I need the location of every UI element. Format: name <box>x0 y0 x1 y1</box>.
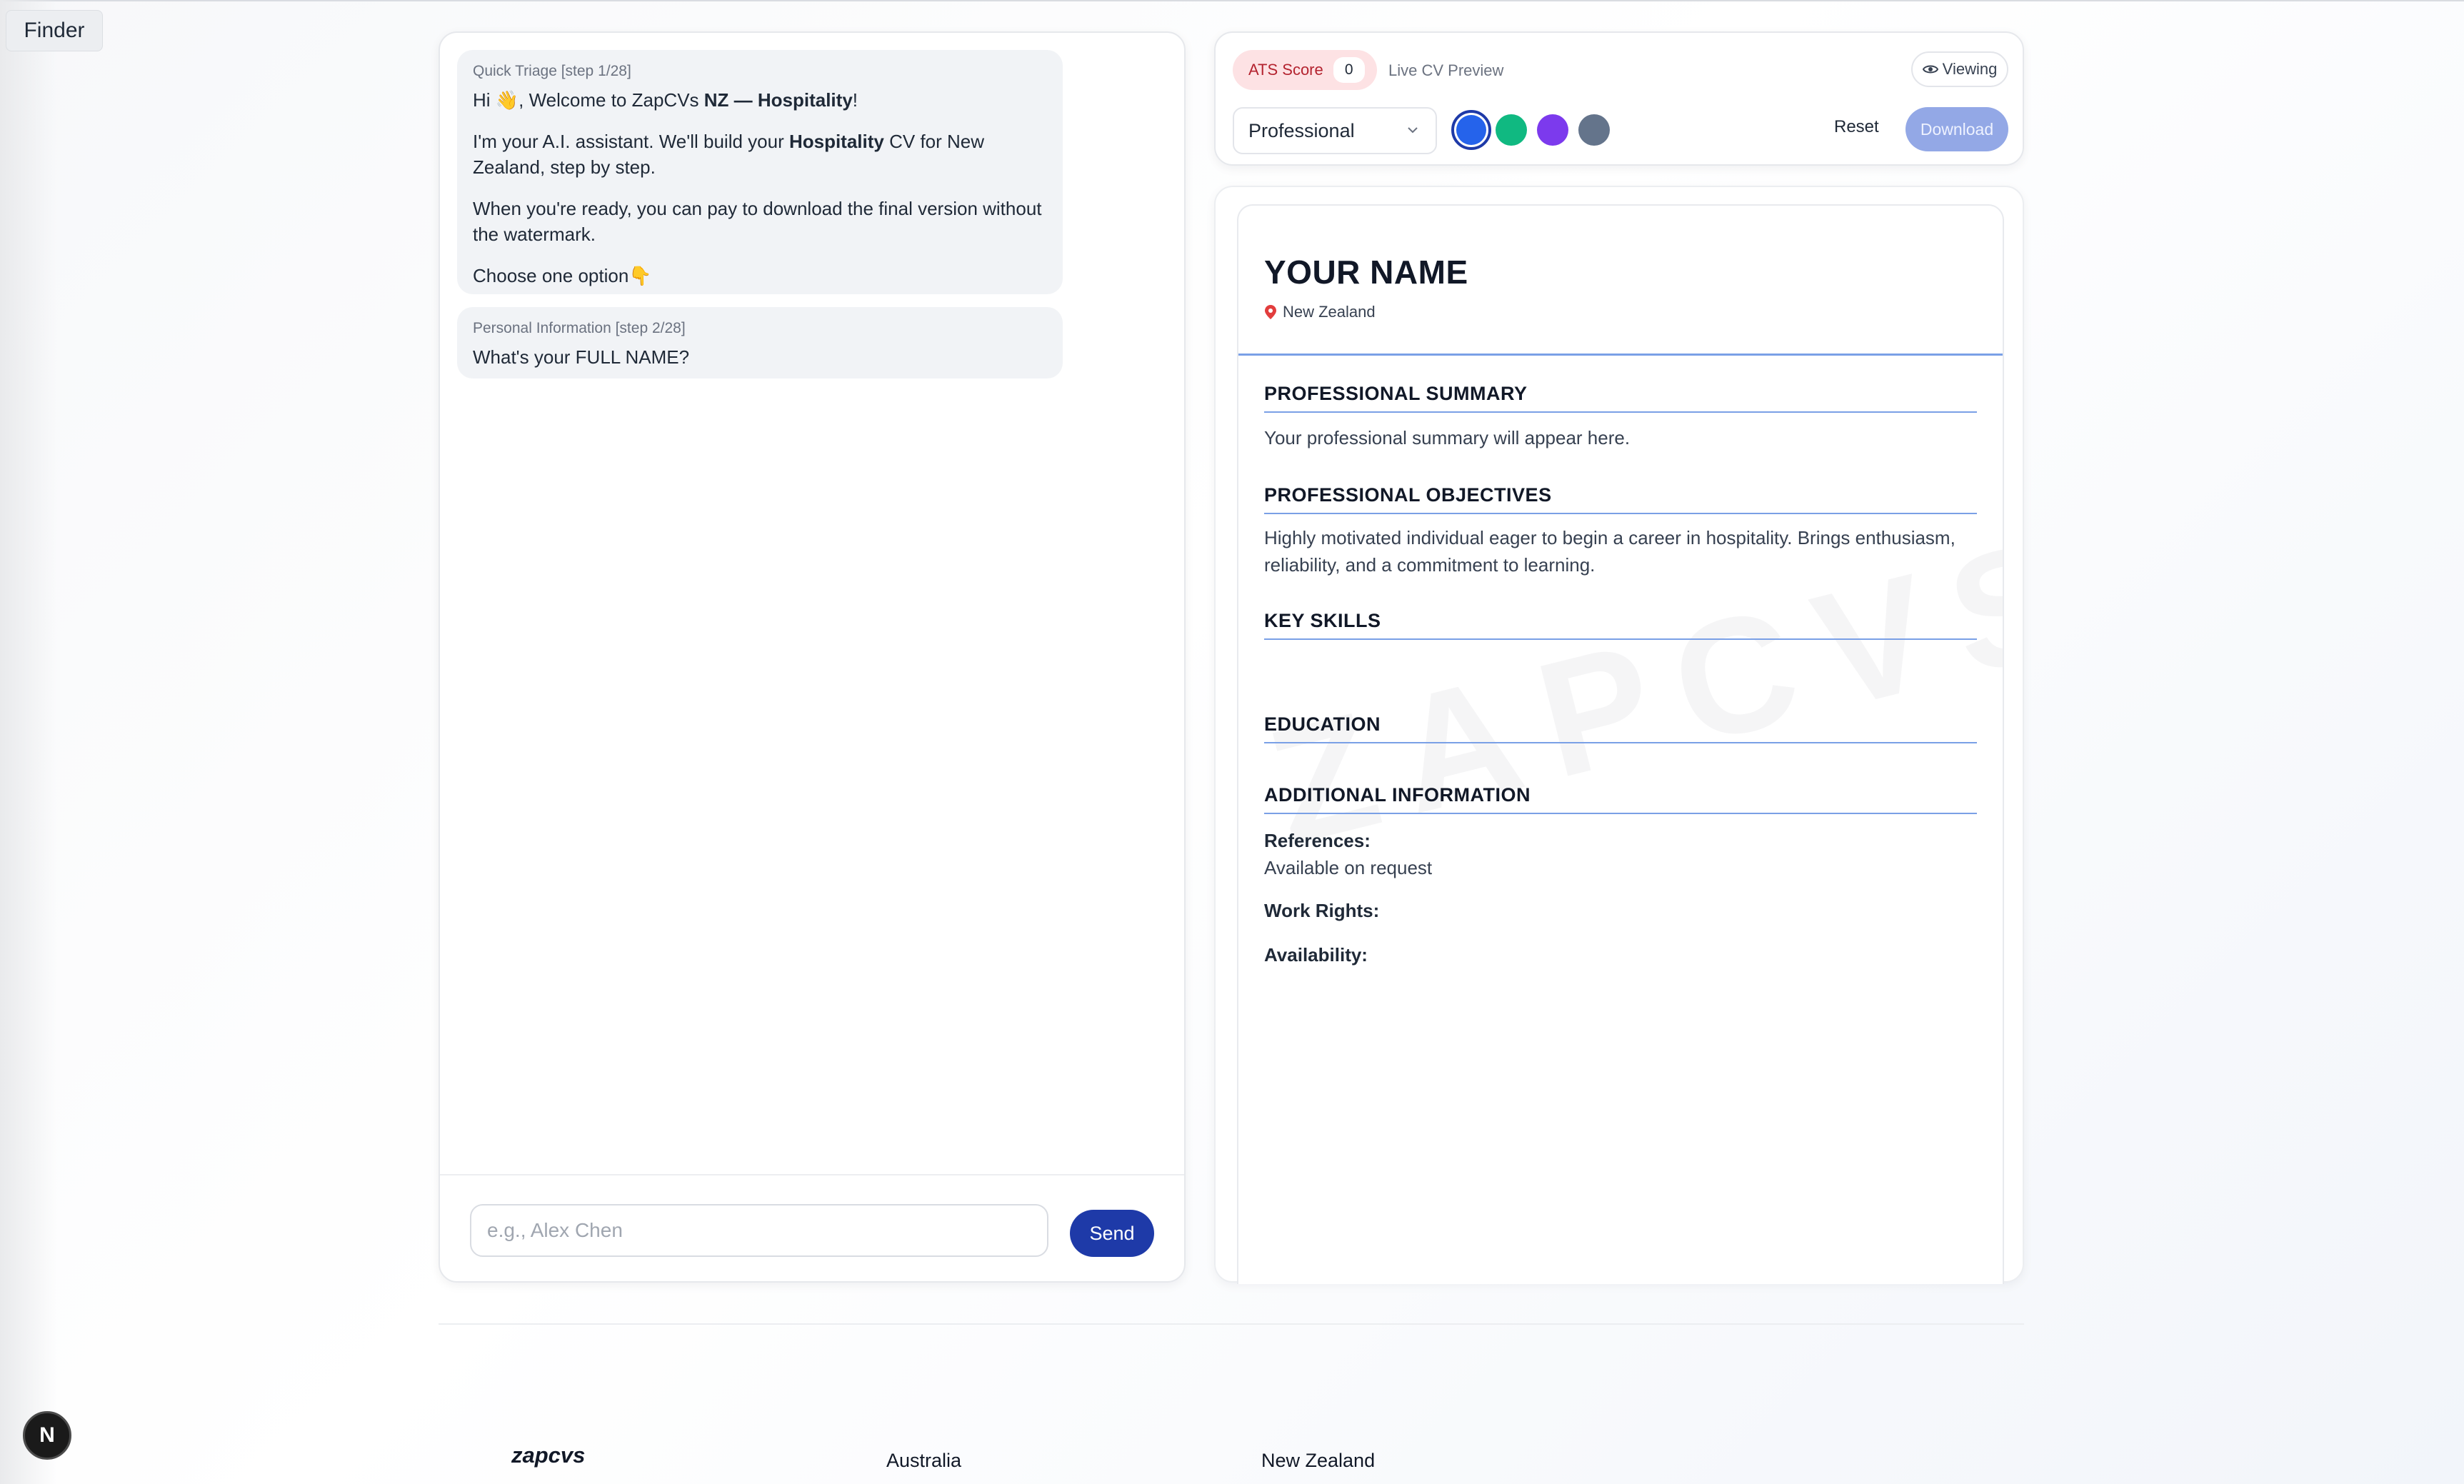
section-divider <box>1264 742 1977 743</box>
chat-message: Quick Triage [step 1/28] Hi 👋, Welcome t… <box>457 50 1063 294</box>
dev-tools-badge[interactable]: N <box>23 1411 71 1460</box>
location-pin-icon <box>1265 305 1276 319</box>
left-edge-shadow <box>0 0 57 1484</box>
download-button[interactable]: Download <box>1905 107 2008 151</box>
question-text: What's your FULL NAME? <box>473 346 690 368</box>
viewing-label: Viewing <box>1942 60 1998 78</box>
payment-info-text: When you're ready, you can pay to downlo… <box>473 198 1042 245</box>
intro-prefix: I'm your A.I. assistant. We'll build you… <box>473 131 789 152</box>
reset-button[interactable]: Reset <box>1834 117 1879 137</box>
section-title-summary: PROFESSIONAL SUMMARY <box>1264 383 1528 404</box>
color-swatch-green[interactable] <box>1496 114 1527 146</box>
intro-bold: Hospitality <box>788 131 884 152</box>
section-title-objectives: PROFESSIONAL OBJECTIVES <box>1264 484 1552 506</box>
ats-score-badge: ATS Score 0 <box>1233 50 1377 90</box>
cv-location-text: New Zealand <box>1283 303 1376 321</box>
footer-divider <box>439 1323 2024 1325</box>
section-divider <box>1264 813 1977 814</box>
references-value: Available on request <box>1264 857 1433 878</box>
chevron-down-icon <box>1408 127 1418 134</box>
footer-heading-australia: Australia <box>886 1450 962 1471</box>
template-select[interactable]: Professional <box>1233 107 1437 154</box>
greeting-suffix: ! <box>852 89 858 111</box>
finder-tooltip: Finder <box>6 10 103 51</box>
template-selected-value: Professional <box>1248 119 1355 141</box>
cv-preview-panel: ZAPCVS YOUR NAME New Zealand PROFESSIONA… <box>1214 186 2024 1284</box>
work-rights-label: Work Rights: <box>1264 900 1380 921</box>
color-swatch-purple[interactable] <box>1537 114 1568 146</box>
greeting-bold: NZ — Hospitality <box>703 89 853 111</box>
eye-icon <box>1922 65 1938 74</box>
cv-location: New Zealand <box>1264 303 1376 321</box>
assistant-intro-text: I'm your A.I. assistant. We'll build you… <box>473 129 1047 180</box>
chat-input[interactable] <box>470 1204 1048 1257</box>
chat-message: Personal Information [step 2/28] What's … <box>457 307 1063 378</box>
header-divider <box>1238 354 2003 356</box>
references-label: References: <box>1264 830 1371 851</box>
choose-option-text: Choose one option👇 <box>473 265 652 286</box>
color-swatch-blue-fill <box>1456 115 1486 145</box>
section-divider <box>1264 638 1977 640</box>
section-divider <box>1264 411 1977 413</box>
cv-toolbar: ATS Score 0 Live CV Preview Viewing Prof… <box>1214 31 2024 166</box>
chat-divider <box>440 1174 1184 1175</box>
viewing-toggle[interactable]: Viewing <box>1911 51 2008 87</box>
cv-page: ZAPCVS YOUR NAME New Zealand PROFESSIONA… <box>1237 204 2004 1284</box>
window-top-border <box>0 0 2464 1</box>
section-title-education: EDUCATION <box>1264 713 1381 735</box>
section-title-skills: KEY SKILLS <box>1264 610 1381 631</box>
message-step-label: Personal Information [step 2/28] <box>473 320 686 336</box>
footer-logo[interactable]: zapcvs <box>511 1443 585 1468</box>
section-title-additional: ADDITIONAL INFORMATION <box>1264 784 1531 806</box>
color-swatch-blue[interactable] <box>1451 110 1491 150</box>
section-divider <box>1264 513 1977 514</box>
send-button[interactable]: Send <box>1070 1210 1154 1257</box>
availability-label: Availability: <box>1264 944 1368 966</box>
objectives-text: Highly motivated individual eager to beg… <box>1264 527 1955 576</box>
greeting-prefix: Hi 👋, Welcome to ZapCVs <box>473 89 704 111</box>
footer-heading-new-zealand: New Zealand <box>1261 1450 1376 1471</box>
live-preview-label: Live CV Preview <box>1388 61 1504 79</box>
cv-name: YOUR NAME <box>1264 254 1468 291</box>
ats-score-label: ATS Score <box>1248 61 1323 79</box>
message-step-label: Quick Triage [step 1/28] <box>473 63 631 79</box>
chat-panel: Quick Triage [step 1/28] Hi 👋, Welcome t… <box>439 31 1186 1283</box>
summary-text: Your professional summary will appear he… <box>1264 427 1631 448</box>
color-swatch-slate[interactable] <box>1578 114 1610 146</box>
ats-score-value: 0 <box>1333 57 1365 83</box>
greeting-text: Hi 👋, Welcome to ZapCVs NZ — Hospitality… <box>473 87 1047 113</box>
